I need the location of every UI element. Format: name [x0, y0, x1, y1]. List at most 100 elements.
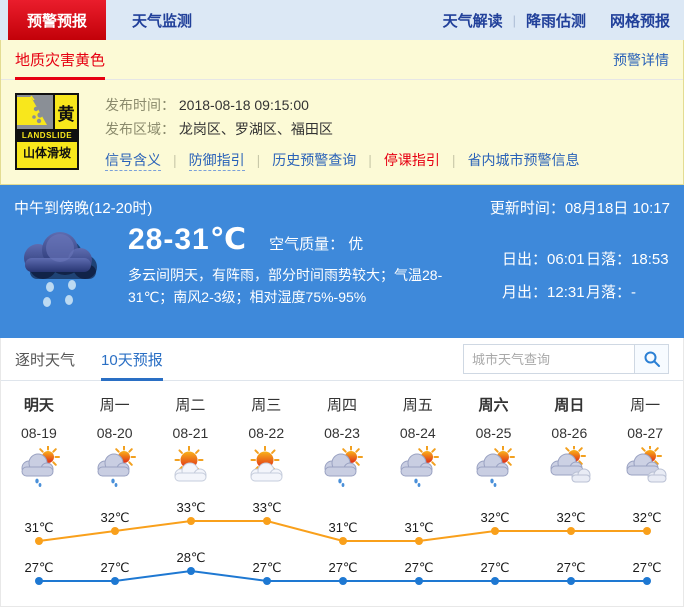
forecast-day[interactable]: 周三 08-22 — [228, 394, 304, 488]
warning-icon-cn-label: 山体滑坡 — [17, 142, 77, 164]
svg-text:33℃: 33℃ — [176, 500, 205, 515]
day-date: 08-22 — [228, 425, 304, 441]
publish-time-value: 2018-08-18 09:15:00 — [179, 97, 309, 113]
warning-link[interactable]: 省内城市预警信息 — [468, 152, 580, 168]
link-rain-estimate[interactable]: 降雨估测 — [526, 10, 586, 31]
cloudy-icon — [607, 446, 683, 488]
shower-icon — [380, 446, 456, 488]
day-label: 周三 — [228, 394, 304, 415]
forecast-day[interactable]: 周一 08-20 — [77, 394, 153, 488]
svg-text:31℃: 31℃ — [24, 520, 53, 535]
weather-description: 多云间阴天，有阵雨，部分时间雨势较大；气温28-31℃；南风2-3级；相对湿度7… — [128, 264, 480, 308]
warning-link[interactable]: 停课指引 — [384, 152, 440, 168]
publish-time-row: 发布时间： 2018-08-18 09:15:00 — [105, 93, 580, 117]
warning-link[interactable]: 信号含义 — [105, 152, 161, 171]
warning-links-row: 信号含义 | 防御指引 | 历史预警查询 | 停课指引 | 省内城市预警信息 — [105, 150, 580, 170]
sun-cloud-icon — [228, 446, 304, 488]
warning-level-char: 黄 — [55, 95, 77, 129]
sun-moon-info: 日出：06:01 日落：18:53 月出：12:31 月落：- — [502, 248, 670, 316]
svg-text:32℃: 32℃ — [480, 510, 509, 525]
svg-text:27℃: 27℃ — [24, 560, 53, 575]
warning-content: 黄 LANDSLIDE 山体滑坡 发布时间： 2018-08-18 09:15:… — [1, 80, 683, 184]
moonset: 月落：- — [586, 281, 670, 302]
svg-text:32℃: 32℃ — [100, 510, 129, 525]
warning-icon-en-label: LANDSLIDE — [17, 129, 77, 142]
tab-hourly-weather[interactable]: 逐时天气 — [15, 338, 75, 380]
link-weather-analysis[interactable]: 天气解读 — [443, 10, 503, 31]
day-date: 08-20 — [77, 425, 153, 441]
forecast-day[interactable]: 周日 08-26 — [531, 394, 607, 488]
forecast-section: 逐时天气 10天预报 明天 08-19 周一 08-20 周二 08-21 — [0, 338, 684, 607]
day-date: 08-23 — [304, 425, 380, 441]
shower-icon — [304, 446, 380, 488]
svg-text:28℃: 28℃ — [176, 550, 205, 565]
publish-time-label: 发布时间： — [105, 97, 175, 113]
svg-text:31℃: 31℃ — [404, 520, 433, 535]
tab-weather-monitor[interactable]: 天气监测 — [106, 0, 218, 40]
svg-text:27℃: 27℃ — [632, 560, 661, 575]
svg-text:27℃: 27℃ — [100, 560, 129, 575]
svg-text:32℃: 32℃ — [556, 510, 585, 525]
shower-icon — [456, 446, 532, 488]
day-label: 周六 — [456, 394, 532, 415]
forecast-day[interactable]: 周二 08-21 — [153, 394, 229, 488]
update-time: 更新时间：08月18日 10:17 — [490, 197, 670, 218]
forecast-day[interactable]: 周五 08-24 — [380, 394, 456, 488]
link-separator: | — [173, 152, 177, 168]
day-date: 08-19 — [1, 425, 77, 441]
link-separator: | — [368, 152, 372, 168]
publish-area-value: 龙岗区、罗湖区、福田区 — [179, 121, 333, 137]
publish-area-row: 发布区域： 龙岗区、罗湖区、福田区 — [105, 117, 580, 141]
warning-detail-link[interactable]: 预警详情 — [613, 50, 669, 70]
forecast-day[interactable]: 明天 08-19 — [1, 394, 77, 488]
rain-cloud-icon — [14, 224, 114, 316]
sun-cloud-icon — [153, 446, 229, 488]
day-label: 周五 — [380, 394, 456, 415]
sunset: 日落：18:53 — [586, 248, 670, 269]
forecast-day[interactable]: 周一 08-27 — [607, 394, 683, 488]
temperature-range: 28-31℃ — [128, 222, 247, 257]
day-label: 周日 — [531, 394, 607, 415]
city-search-input[interactable] — [463, 344, 635, 374]
publish-area-label: 发布区域： — [105, 121, 175, 137]
shower-icon — [1, 446, 77, 488]
nav-separator: | — [513, 13, 516, 28]
svg-text:33℃: 33℃ — [252, 500, 281, 515]
forecast-day[interactable]: 周六 08-25 — [456, 394, 532, 488]
day-date: 08-21 — [153, 425, 229, 441]
link-separator: | — [452, 152, 456, 168]
link-separator: | — [257, 152, 261, 168]
warning-link[interactable]: 历史预警查询 — [272, 152, 356, 168]
temperature-trend-chart: 31℃ 32℃ 33℃ 33℃ 31℃ 31℃ 32℃ 32℃ 32℃ 27℃ 27℃ 28℃ 27℃ 2… — [1, 488, 684, 606]
link-grid-forecast[interactable]: 网格预报 — [610, 10, 670, 31]
sunrise: 日出：06:01 — [502, 248, 586, 269]
search-button[interactable] — [635, 344, 669, 374]
svg-text:27℃: 27℃ — [404, 560, 433, 575]
day-label: 周一 — [77, 394, 153, 415]
day-date: 08-25 — [456, 425, 532, 441]
tab-warning-forecast[interactable]: 预警预报 — [8, 0, 106, 40]
day-label: 周一 — [607, 394, 683, 415]
forecast-tabbar: 逐时天气 10天预报 — [1, 338, 683, 381]
cloudy-icon — [531, 446, 607, 488]
day-label: 周二 — [153, 394, 229, 415]
day-date: 08-24 — [380, 425, 456, 441]
forecast-days-row: 明天 08-19 周一 08-20 周二 08-21 周三 08-22 周四 0… — [1, 381, 683, 488]
forecast-day[interactable]: 周四 08-23 — [304, 394, 380, 488]
svg-text:32℃: 32℃ — [632, 510, 661, 525]
day-label: 周四 — [304, 394, 380, 415]
tab-ten-day-forecast[interactable]: 10天预报 — [101, 338, 163, 380]
svg-text:31℃: 31℃ — [328, 520, 357, 535]
day-date: 08-27 — [607, 425, 683, 441]
landslide-graphic-icon — [17, 95, 55, 129]
svg-text:27℃: 27℃ — [556, 560, 585, 575]
current-conditions: 中午到傍晚(12-20时) 更新时间：08月18日 10:17 — [0, 185, 684, 338]
warning-section: 地质灾害黄色 预警详情 — [0, 40, 684, 185]
day-label: 明天 — [1, 394, 77, 415]
warning-bar: 地质灾害黄色 预警详情 — [1, 40, 683, 80]
warning-link[interactable]: 防御指引 — [189, 152, 245, 171]
moonrise: 月出：12:31 — [502, 281, 586, 302]
day-date: 08-26 — [531, 425, 607, 441]
warning-tab-geo-yellow[interactable]: 地质灾害黄色 — [15, 40, 105, 79]
search-icon — [643, 350, 661, 368]
